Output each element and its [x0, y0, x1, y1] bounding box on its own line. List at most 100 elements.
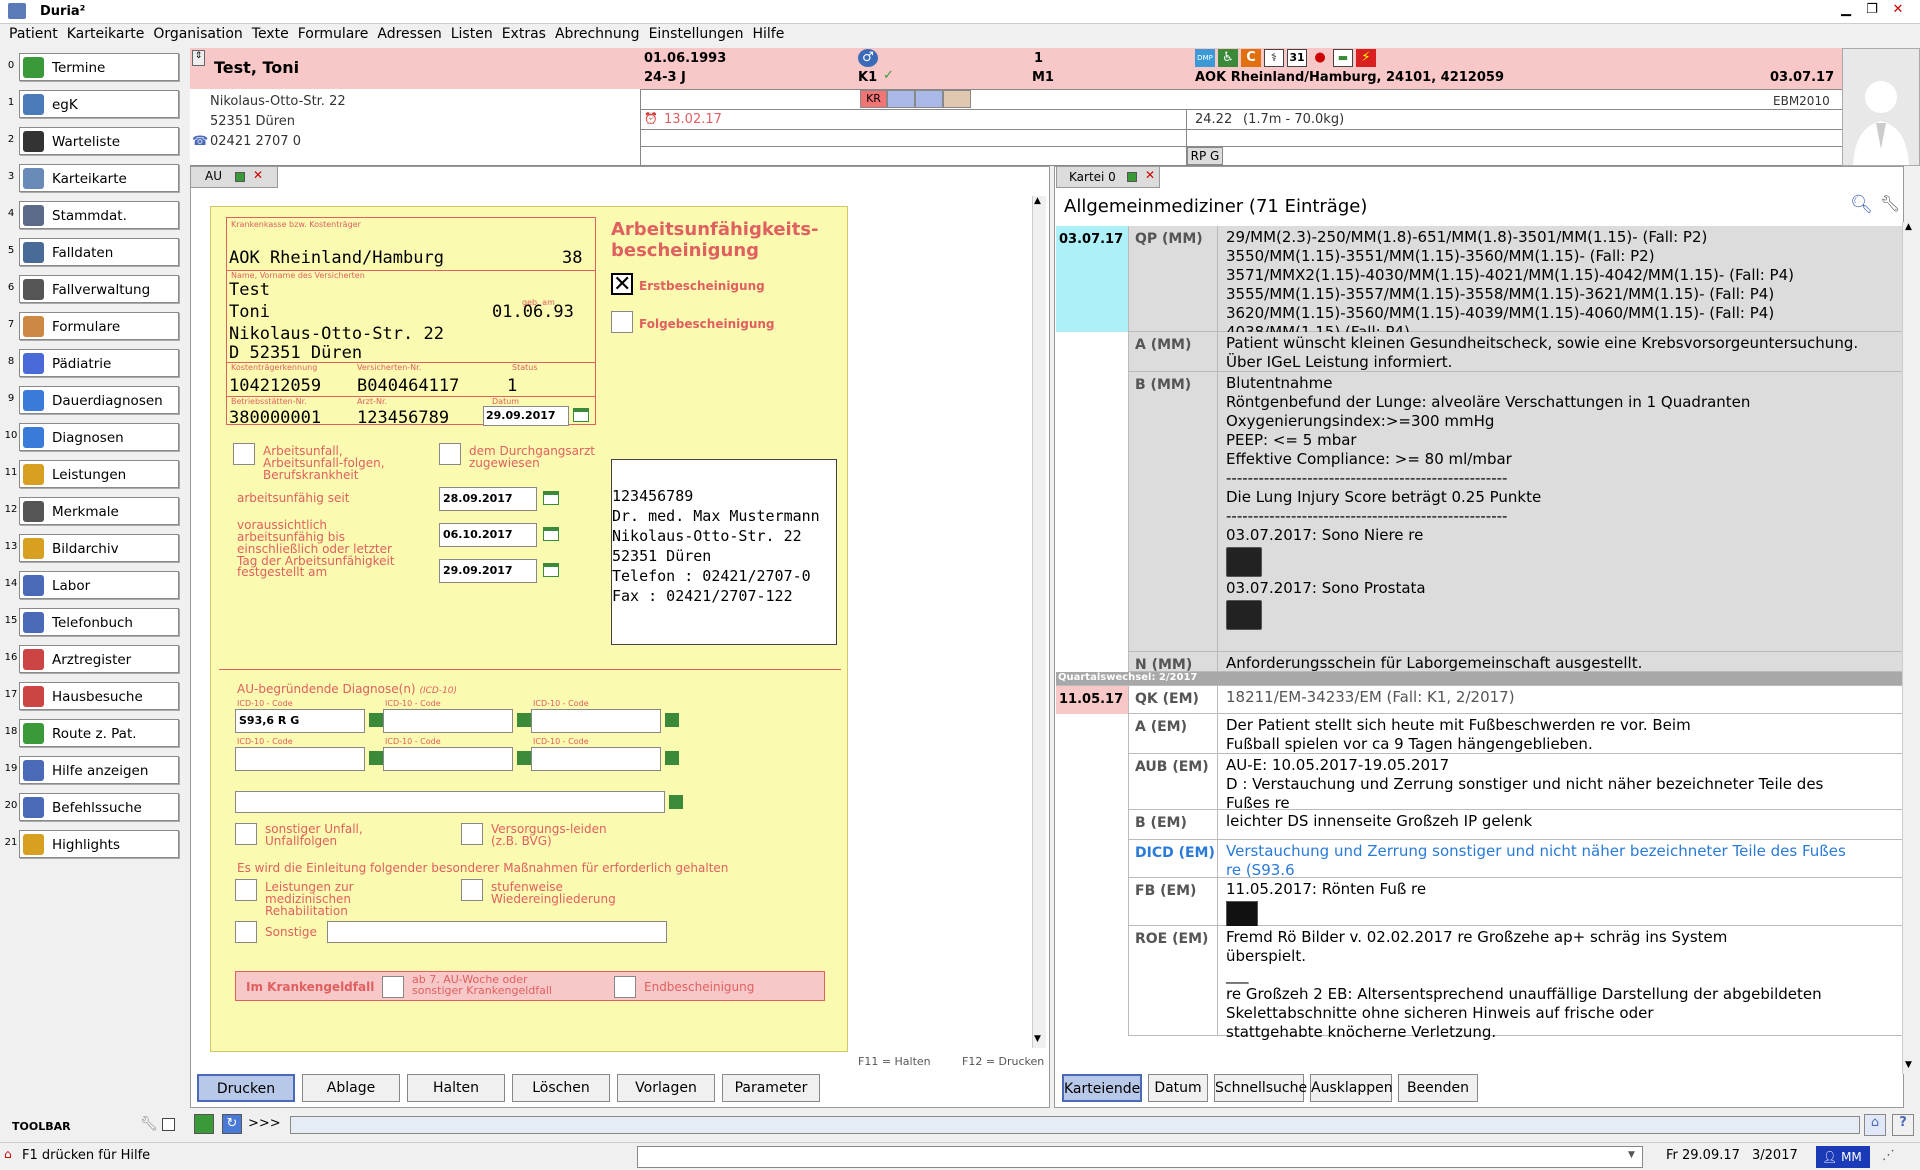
toolbar-checkbox[interactable] [162, 1118, 175, 1131]
kartei-entry[interactable]: DICD (EM) Verstauchung und Zerrung sonsti… [1056, 840, 1902, 898]
accessibility-icon[interactable]: ♿ [1218, 49, 1238, 67]
sidebar-item-16[interactable]: Arztregister [19, 645, 179, 673]
command-input[interactable] [290, 1116, 1860, 1134]
ab7-checkbox[interactable] [382, 976, 404, 998]
menu-einstellungen[interactable]: Einstellungen [649, 24, 744, 42]
sidebar-item-15[interactable]: Telefonbuch [19, 608, 179, 636]
rpg-badge[interactable]: RP G [1187, 147, 1223, 165]
maximize-icon[interactable]: ❐ [1862, 2, 1882, 20]
scroll-up-icon[interactable]: ▲ [1905, 222, 1912, 232]
sidebar-item-10[interactable]: Diagnosen [19, 423, 179, 451]
calendar-picker-icon[interactable] [543, 563, 559, 577]
menu-extras[interactable]: Extras [502, 24, 546, 42]
menu-hilfe[interactable]: Hilfe [752, 24, 784, 42]
blood-drop-icon[interactable]: ● [1310, 49, 1330, 67]
sidebar-item-0[interactable]: Termine [19, 53, 179, 81]
diag-picker-icon[interactable] [669, 795, 683, 809]
icd-picker-icon[interactable] [517, 713, 531, 727]
sidebar-item-17[interactable]: Hausbesuche [19, 682, 179, 710]
icd-picker-icon[interactable] [665, 751, 679, 765]
sidebar-item-5[interactable]: Falldaten [19, 238, 179, 266]
end-checkbox[interactable] [614, 976, 636, 998]
minimize-icon[interactable]: ▁ [1836, 2, 1856, 20]
unfall-checkbox[interactable] [233, 443, 255, 465]
kartei-entry[interactable]: N (MM) Anforderungsschein für Laborgemein… [1056, 652, 1902, 673]
karteiende-button[interactable]: Karteiende [1062, 1074, 1142, 1102]
versorgung-checkbox[interactable] [461, 823, 483, 845]
diag-text-input[interactable] [235, 791, 665, 813]
durchgang-checkbox[interactable] [439, 443, 461, 465]
tab-close-icon[interactable]: ✕ [253, 168, 263, 182]
c-icon[interactable]: C [1241, 49, 1261, 67]
tools-icon[interactable]: 🔧︎ [1880, 194, 1900, 213]
icd-picker-icon[interactable] [369, 751, 383, 765]
calendar-picker-icon[interactable] [543, 527, 559, 541]
sidebar-item-2[interactable]: Warteliste [19, 127, 179, 155]
sidebar-item-21[interactable]: Highlights [19, 830, 179, 858]
loeschen-button[interactable]: Löschen [512, 1074, 610, 1102]
kartei-entry[interactable]: 03.07.17 QP (MM) 29/MM(2.3)-250/MM(1.8)-65… [1056, 226, 1902, 341]
sidebar-item-12[interactable]: Merkmale [19, 497, 179, 525]
green-status-icon[interactable] [194, 1114, 214, 1134]
datum-button[interactable]: Datum [1148, 1074, 1208, 1102]
kartei-entry[interactable]: ROE (EM) Fremd Rö Bilder v. 02.02.2017 re… [1056, 926, 1902, 1041]
stufen-checkbox[interactable] [461, 879, 483, 901]
menu-karteikarte[interactable]: Karteikarte [67, 24, 145, 42]
patient-avatar[interactable] [1842, 48, 1920, 166]
tab-kartei[interactable]: Kartei 0 ✕ [1056, 166, 1160, 188]
schnellsuche-button[interactable]: Schnellsuche [1214, 1074, 1307, 1102]
sidebar-item-20[interactable]: Befehlssuche [19, 793, 179, 821]
erst-checkbox[interactable]: ✕ [611, 273, 633, 296]
help-icon[interactable]: ? [1892, 1114, 1914, 1136]
icd-input-4[interactable] [235, 747, 365, 771]
badge-blue-2[interactable] [915, 90, 943, 108]
calendar-31-icon[interactable]: 31 [1287, 49, 1307, 67]
close-icon[interactable]: ✕ [1888, 2, 1908, 20]
ablage-button[interactable]: Ablage [302, 1074, 400, 1102]
parameter-button[interactable]: Parameter [722, 1074, 820, 1102]
kartei-entry[interactable]: B (EM) leichter DS innenseite Großzeh IP … [1056, 810, 1902, 840]
chevron-down-icon[interactable]: ▼ [1628, 1150, 1635, 1160]
sidebar-item-9[interactable]: Dauerdiagnosen [19, 386, 179, 414]
icd-input-3[interactable] [531, 709, 661, 733]
sidebar-item-1[interactable]: egK [19, 90, 179, 118]
right-scrollbar[interactable]: ▲ ▼ [1902, 222, 1918, 1074]
icd-input-2[interactable] [383, 709, 513, 733]
sidebar-item-7[interactable]: Formulare [19, 312, 179, 340]
sidebar-item-13[interactable]: Bildarchiv [19, 534, 179, 562]
sidebar-item-6[interactable]: Fallverwaltung [19, 275, 179, 303]
halten-button[interactable]: Halten [407, 1074, 505, 1102]
drucken-button[interactable]: Drucken [197, 1074, 295, 1102]
calendar-picker-icon[interactable] [543, 491, 559, 505]
user-badge[interactable]: 👤︎ MM [1816, 1146, 1870, 1168]
alert-icon[interactable]: ⚡ [1356, 49, 1376, 67]
resize-grip-icon[interactable]: ⋰ [1882, 1148, 1895, 1163]
au-bis-input[interactable]: 06.10.2017 [439, 523, 537, 547]
ausklappen-button[interactable]: Ausklappen [1310, 1074, 1393, 1102]
menu-adressen[interactable]: Adressen [377, 24, 441, 42]
sidebar-item-11[interactable]: Leistungen [19, 460, 179, 488]
refresh-icon[interactable]: ↻ [222, 1114, 242, 1134]
sonst-unfall-checkbox[interactable] [235, 823, 257, 845]
menu-patient[interactable]: Patient [9, 24, 58, 42]
badge-tan[interactable] [943, 90, 971, 108]
menu-listen[interactable]: Listen [451, 24, 493, 42]
icd-picker-icon[interactable] [665, 713, 679, 727]
search-icon[interactable]: 🔍︎ [1850, 194, 1873, 215]
menu-abrechnung[interactable]: Abrechnung [555, 24, 640, 42]
tab-au[interactable]: AU ✕ [190, 166, 278, 188]
status-dropdown[interactable]: ▼ [637, 1146, 1643, 1168]
kartei-entry[interactable]: 11.05.17 QK (EM) 18211/EM-34233/EM (Fall: … [1056, 686, 1902, 714]
calendar-picker-icon[interactable] [573, 408, 589, 422]
tab-close-icon[interactable]: ✕ [1145, 168, 1155, 182]
documents-icon[interactable]: ⚕ [1264, 49, 1284, 67]
sidebar-item-18[interactable]: Route z. Pat. [19, 719, 179, 747]
kartei-entry[interactable]: AUB (EM) AU-E: 10.05.2017-19.05.2017 D : V… [1056, 754, 1902, 831]
expand-icon[interactable]: ⇕ [192, 50, 205, 66]
sidebar-item-19[interactable]: Hilfe anzeigen [19, 756, 179, 784]
left-scrollbar[interactable]: ▲ ▼ [1032, 196, 1046, 1048]
icd-input-1[interactable]: S93,6 R G [235, 709, 365, 733]
icd-input-6[interactable] [531, 747, 661, 771]
vorlagen-button[interactable]: Vorlagen [617, 1074, 715, 1102]
menu-organisation[interactable]: Organisation [153, 24, 242, 42]
